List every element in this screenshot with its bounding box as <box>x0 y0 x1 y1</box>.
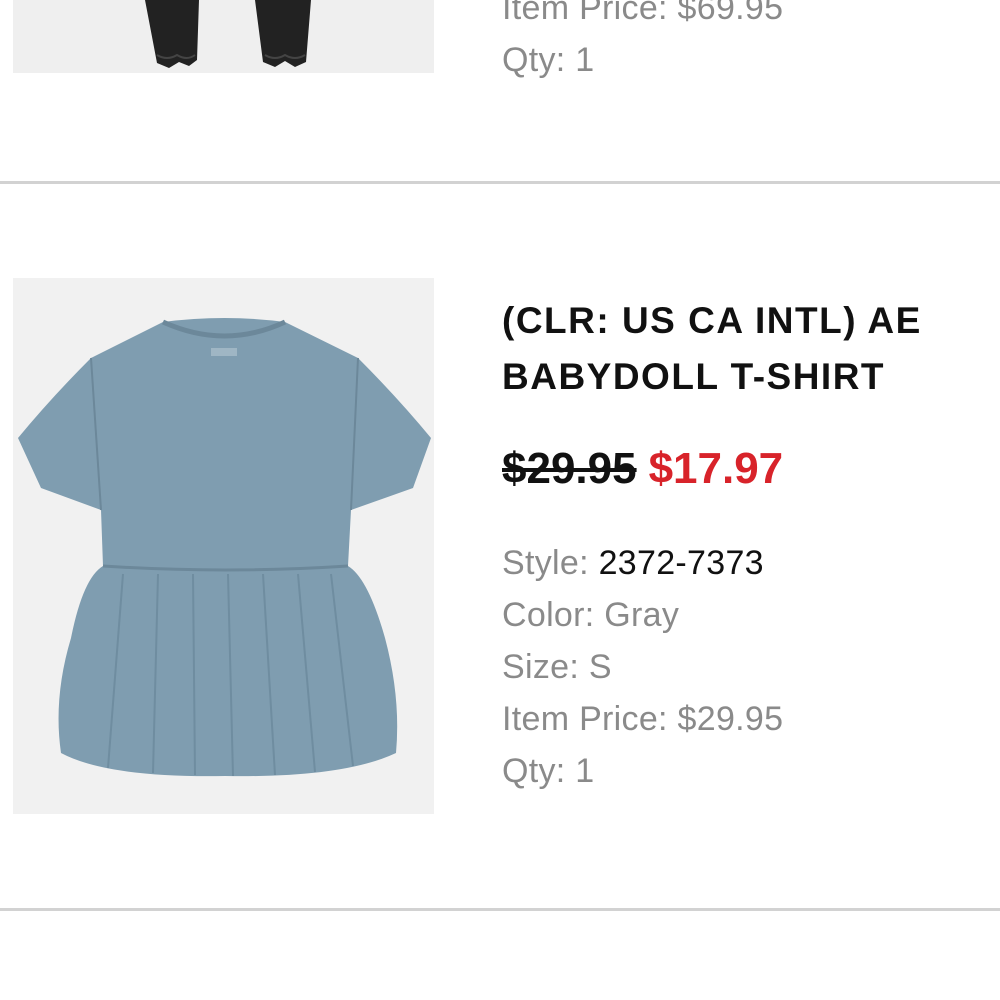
product-image-jeans[interactable] <box>13 0 434 73</box>
product-title[interactable]: (CLR: US CA INTL) AE BABYDOLL T-SHIRT <box>502 293 972 405</box>
item-price-row: Item Price: $29.95 <box>502 693 783 745</box>
style-value: 2372-7373 <box>598 544 764 582</box>
color-label: Color: <box>502 596 595 634</box>
jeans-legs-icon <box>13 0 434 73</box>
qty-label: Qty: <box>502 752 566 790</box>
style-row: Style: 2372-7373 <box>502 537 783 589</box>
product-image[interactable] <box>13 278 434 814</box>
qty-value: 1 <box>575 41 595 79</box>
order-item: (CLR: US CA INTL) AE BABYDOLL T-SHIRT $2… <box>0 185 1000 908</box>
babydoll-tshirt-icon <box>13 278 434 814</box>
size-label: Size: <box>502 648 580 686</box>
previous-item-price: Item Price: $69.95 <box>502 0 783 34</box>
previous-item-qty: Qty: 1 <box>502 34 595 86</box>
order-item-previous: Item Price: $69.95 Qty: 1 <box>0 0 1000 182</box>
qty-value: 1 <box>575 752 595 790</box>
style-label: Style: <box>502 544 589 582</box>
color-value: Gray <box>604 596 680 634</box>
item-price-value: $29.95 <box>677 700 784 738</box>
divider <box>0 181 1000 184</box>
order-items-page: Item Price: $69.95 Qty: 1 (CLR: US CA IN… <box>0 0 1000 1000</box>
divider <box>0 908 1000 911</box>
item-price-label: Item Price: <box>502 0 668 27</box>
original-price: $29.95 <box>502 444 637 493</box>
qty-row: Qty: 1 <box>502 745 783 797</box>
item-price-label: Item Price: <box>502 700 668 738</box>
sale-price: $17.97 <box>648 444 784 493</box>
price-row: $29.95 $17.97 <box>502 441 783 497</box>
item-price-value: $69.95 <box>677 0 784 27</box>
size-value: S <box>588 648 612 686</box>
color-row: Color: Gray <box>502 589 783 641</box>
qty-label: Qty: <box>502 41 566 79</box>
size-row: Size: S <box>502 641 783 693</box>
product-attributes: Style: 2372-7373 Color: Gray Size: S Ite… <box>502 537 783 797</box>
